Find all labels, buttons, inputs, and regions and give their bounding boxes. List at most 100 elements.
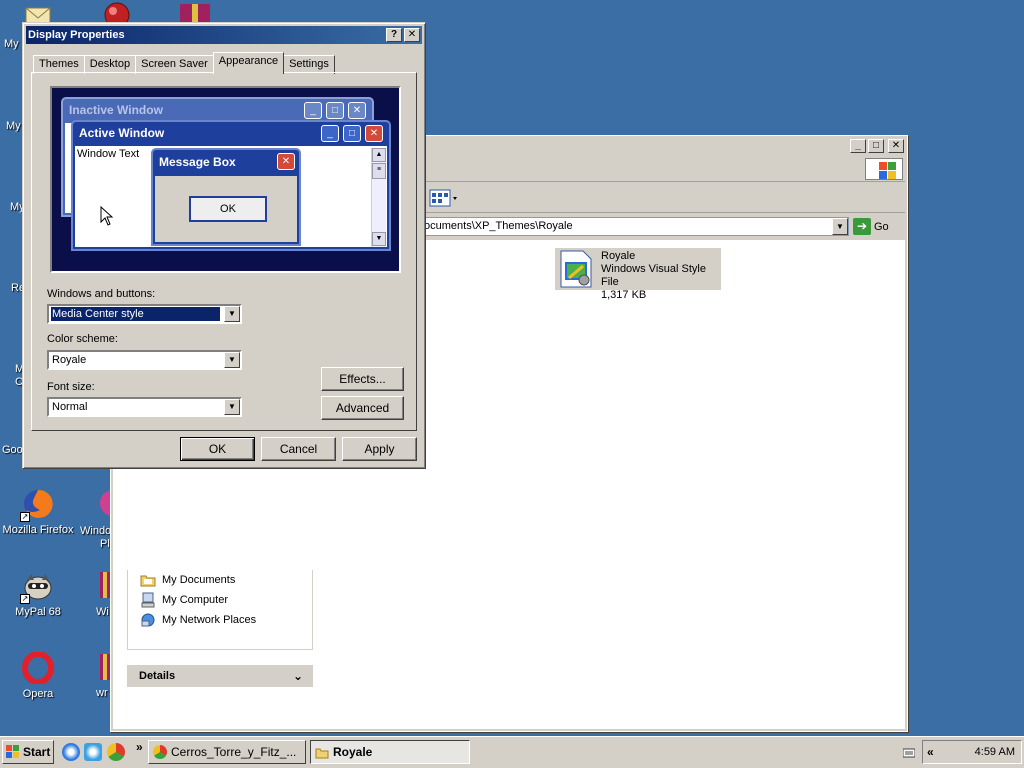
network-icon — [140, 612, 156, 628]
views-button[interactable] — [429, 189, 459, 207]
keyboard-icon[interactable] — [903, 747, 915, 759]
color-scheme-label: Color scheme: — [47, 333, 118, 345]
link-my-network-places[interactable]: My Network Places — [128, 610, 312, 630]
windows-flag-icon — [6, 745, 19, 758]
font-size-select[interactable]: Normal ▼ — [47, 397, 242, 417]
firefox-icon: ↗ — [20, 488, 54, 522]
address-dropdown-button[interactable]: ▼ — [832, 218, 848, 235]
go-arrow-icon: ➔ — [853, 218, 871, 235]
tab-appearance[interactable]: Appearance — [212, 52, 285, 74]
folder-icon — [315, 745, 329, 759]
mouse-cursor-icon — [100, 206, 114, 226]
desktop-icon-firefox[interactable]: ↗ Mozilla Firefox — [0, 488, 78, 536]
dialog-caption-buttons: ? ✕ — [386, 28, 420, 42]
system-tray: « 4:59 AM — [903, 740, 1022, 764]
details-label: Details — [139, 670, 176, 682]
appearance-preview: Inactive Window _ □ ✕ Active Window _ □ … — [50, 86, 401, 273]
close-button[interactable]: ✕ — [404, 28, 420, 42]
views-icon — [429, 189, 457, 207]
preview-window-text: Window Text — [77, 148, 140, 160]
link-my-computer[interactable]: My Computer — [128, 590, 312, 610]
desktop-label-clipped: Windo — [80, 525, 110, 537]
help-button[interactable]: ? — [386, 28, 402, 42]
taskbar: Start » Cerros_Torre_y_Fitz_... Royale «… — [0, 736, 1024, 768]
explorer-caption-buttons: _ □ ✕ — [850, 139, 904, 153]
desktop-icon-label: MyPal 68 — [15, 606, 61, 618]
desktop-clipped-icon-5[interactable] — [100, 570, 110, 600]
advanced-button[interactable]: Advanced — [321, 396, 404, 420]
chrome-icon[interactable] — [107, 743, 125, 761]
preview-scrollbar: ▲ ≡ ▼ — [371, 148, 386, 247]
display-properties-dialog: Display Properties ? ✕ Themes Desktop Sc… — [22, 22, 426, 469]
task-label: Cerros_Torre_y_Fitz_... — [171, 745, 297, 759]
appearance-panel: Inactive Window _ □ ✕ Active Window _ □ … — [31, 72, 417, 431]
desktop-label-clipped: wr — [96, 687, 108, 699]
dialog-tabs: Themes Desktop Screen Saver Appearance S… — [33, 52, 335, 74]
desktop-label-clipped: Goo — [2, 444, 23, 456]
maximize-button[interactable]: □ — [868, 139, 884, 153]
maximize-icon: □ — [326, 102, 344, 119]
archive-icon — [100, 654, 110, 680]
link-label: My Network Places — [162, 614, 257, 626]
color-scheme-value: Royale — [52, 354, 87, 366]
color-scheme-select[interactable]: Royale ▼ — [47, 350, 242, 370]
taskbar-item-royale[interactable]: Royale — [310, 740, 470, 764]
dialog-title: Display Properties — [28, 29, 125, 41]
address-text: ocuments\XP_Themes\Royale — [424, 220, 573, 232]
scroll-down-icon: ▼ — [372, 232, 386, 246]
font-size-label: Font size: — [47, 381, 95, 393]
desktop-label-clipped: My — [6, 120, 21, 132]
start-button[interactable]: Start — [2, 740, 54, 764]
archive-icon — [100, 572, 110, 598]
dialog-titlebar[interactable]: Display Properties ? ✕ — [26, 26, 422, 44]
opera-icon — [22, 651, 54, 685]
desktop-icon-mypal[interactable]: ↗ MyPal 68 — [0, 570, 78, 618]
internet-explorer-icon[interactable] — [62, 743, 80, 761]
folder-icon — [140, 572, 156, 588]
dropdown-arrow-icon[interactable]: ▼ — [224, 399, 240, 415]
apply-button[interactable]: Apply — [342, 437, 417, 461]
taskbar-item-chrome[interactable]: Cerros_Torre_y_Fitz_... — [148, 740, 306, 764]
go-button[interactable]: ➔ Go — [853, 217, 889, 236]
cancel-button[interactable]: Cancel — [261, 437, 336, 461]
desktop-icon-label: Opera — [22, 688, 54, 700]
desktop-clipped-icon-4[interactable] — [98, 488, 110, 518]
raccoon-icon: ↗ — [20, 570, 54, 604]
link-label: My Computer — [162, 594, 229, 606]
effects-button[interactable]: Effects... — [321, 367, 404, 391]
dropdown-arrow-icon[interactable]: ▼ — [224, 306, 240, 322]
file-type: Windows Visual Style File — [601, 263, 706, 288]
dropdown-arrow-icon[interactable]: ▼ — [224, 352, 240, 368]
desktop-label-clipped: Wi — [96, 606, 109, 618]
chrome-icon — [153, 745, 167, 759]
visual-style-file-icon — [557, 250, 595, 288]
desktop-label-clipped: Re — [11, 282, 22, 294]
task-label: Royale — [333, 745, 373, 759]
close-icon: ✕ — [348, 102, 366, 119]
file-item-royale[interactable]: Royale Windows Visual Style File 1,317 K… — [555, 248, 721, 301]
preview-active-title: Active Window — [79, 126, 165, 140]
details-panel-header[interactable]: Details ⌄ — [127, 665, 313, 687]
desktop-clipped-icon-6[interactable] — [100, 652, 110, 682]
desktop-label-clipped: Pl — [100, 538, 110, 550]
file-size: 1,317 KB — [601, 289, 647, 301]
expand-chevron-icon: ⌄ — [292, 669, 303, 683]
tray-chevron[interactable]: « — [927, 741, 934, 763]
minimize-icon: _ — [304, 102, 322, 119]
font-size-value: Normal — [52, 401, 88, 413]
go-label: Go — [874, 220, 889, 233]
desktop-label-clipped: M — [15, 363, 22, 375]
ie-alt-icon[interactable] — [84, 743, 102, 761]
scroll-thumb: ≡ — [372, 163, 386, 179]
close-icon: ✕ — [277, 153, 295, 170]
preview-message-body: OK — [155, 176, 297, 242]
windows-buttons-select[interactable]: Media Center style ▼ — [47, 304, 242, 324]
minimize-button[interactable]: _ — [850, 139, 866, 153]
link-my-documents[interactable]: My Documents — [128, 570, 312, 590]
close-button[interactable]: ✕ — [888, 139, 904, 153]
windows-buttons-label: Windows and buttons: — [47, 288, 156, 300]
desktop-icon-opera[interactable]: Opera — [0, 651, 78, 700]
desktop-label-clipped: C — [15, 376, 22, 388]
ok-button[interactable]: OK — [180, 437, 255, 461]
quicklaunch-chevron[interactable]: » — [136, 740, 143, 754]
